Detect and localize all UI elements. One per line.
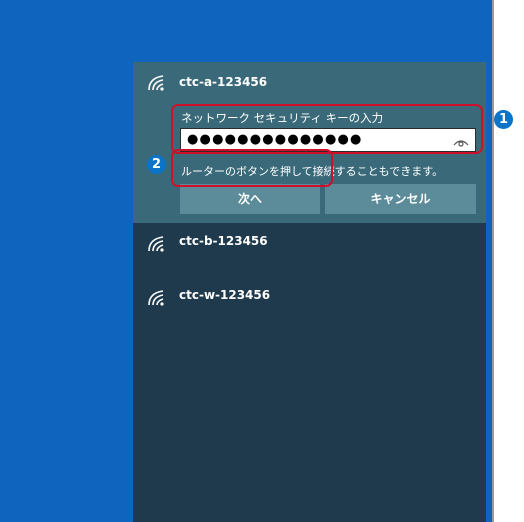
- network-item[interactable]: ctc-w-123456: [133, 278, 486, 318]
- network-ssid: ctc-b-123456: [179, 234, 268, 248]
- wifi-signal-icon: [148, 75, 164, 91]
- desktop-background: ctc-a-123456 ネットワーク セキュリティ キーの入力 ●●●●●●●…: [0, 0, 494, 522]
- network-ssid: ctc-w-123456: [179, 288, 271, 302]
- callout-next-button: [171, 149, 333, 187]
- wifi-signal-icon: [148, 236, 164, 252]
- network-ssid: ctc-a-123456: [179, 75, 268, 89]
- cancel-button[interactable]: キャンセル: [325, 184, 476, 214]
- step-badge-1: 1: [494, 110, 513, 129]
- wifi-signal-icon: [148, 290, 164, 306]
- callout-security-key: [171, 104, 483, 154]
- step-badge-2: 2: [147, 155, 166, 174]
- network-item[interactable]: ctc-b-123456: [133, 224, 486, 264]
- next-button[interactable]: 次へ: [180, 184, 320, 214]
